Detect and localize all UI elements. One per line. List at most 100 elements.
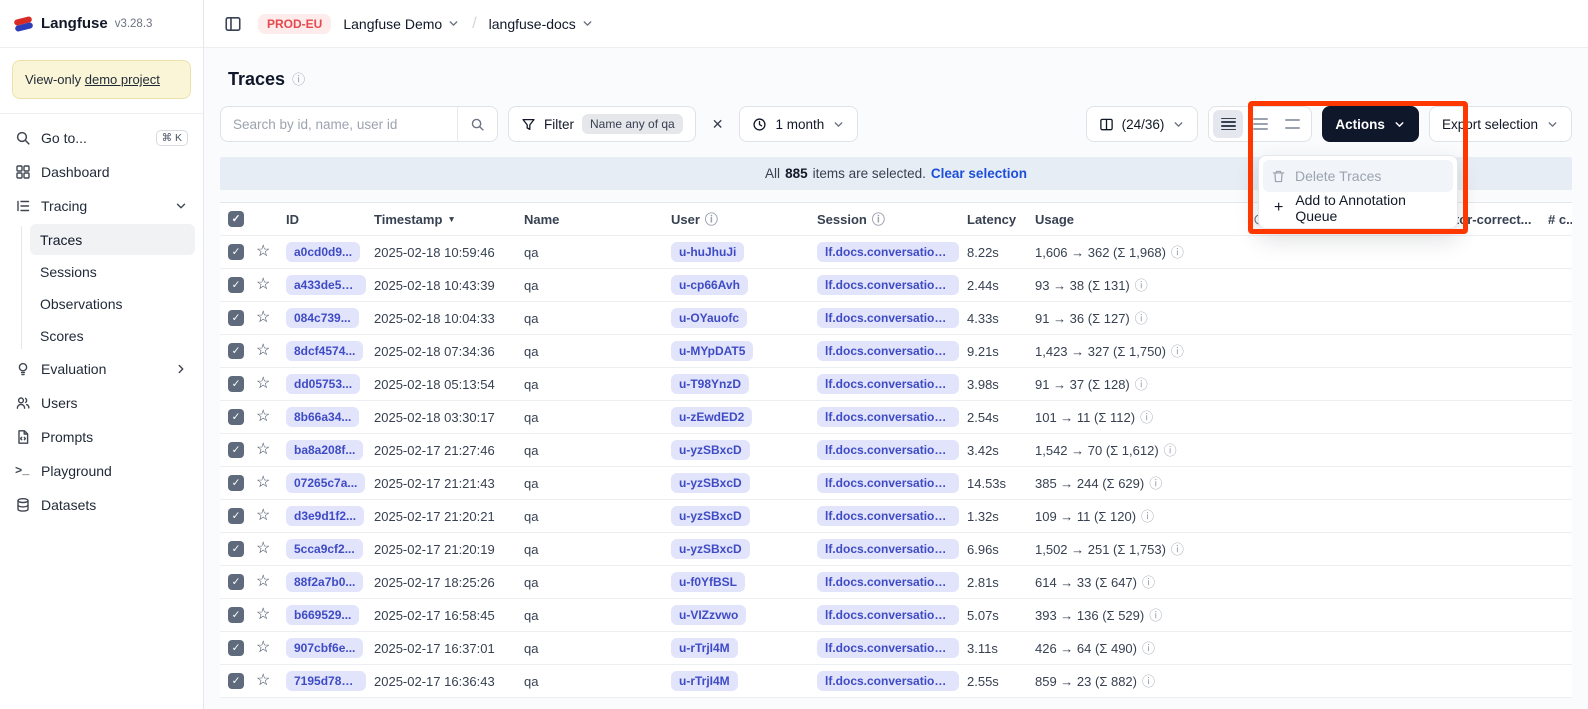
- table-row[interactable]: ✓ ☆ 88f2a7b0... 2025-02-17 18:25:26 qa u…: [220, 566, 1572, 599]
- header-timestamp[interactable]: Timestamp▼: [374, 212, 524, 227]
- user-badge[interactable]: u-yzSBxcD: [671, 506, 750, 526]
- org-breadcrumb[interactable]: Langfuse Demo: [343, 16, 460, 32]
- menu-item-add-to-annotation-queue[interactable]: + Add to Annotation Queue: [1263, 192, 1453, 224]
- session-badge[interactable]: lf.docs.conversation...: [817, 671, 959, 691]
- sidebar-item-sessions[interactable]: Sessions: [30, 256, 195, 287]
- table-row[interactable]: ✓ ☆ a433de51... 2025-02-18 10:43:39 qa u…: [220, 269, 1572, 302]
- trace-id-badge[interactable]: 07265c7a...: [286, 473, 365, 493]
- trace-id-badge[interactable]: 88f2a7b0...: [286, 572, 363, 592]
- star-icon[interactable]: ☆: [256, 541, 270, 557]
- sidebar-item-goto[interactable]: Go to... ⌘ K: [8, 122, 195, 154]
- sidebar-item-prompts[interactable]: Prompts: [8, 421, 195, 453]
- header-name[interactable]: Name: [524, 212, 671, 227]
- project-breadcrumb[interactable]: langfuse-docs: [489, 16, 594, 32]
- table-row[interactable]: ✓ ☆ a0cd0d9... 2025-02-18 10:59:46 qa u-…: [220, 236, 1572, 269]
- export-selection-button[interactable]: Export selection: [1429, 106, 1572, 142]
- star-icon[interactable]: ☆: [256, 343, 270, 359]
- session-badge[interactable]: lf.docs.conversation...: [817, 473, 959, 493]
- row-checkbox[interactable]: ✓: [228, 640, 244, 656]
- row-checkbox[interactable]: ✓: [228, 541, 244, 557]
- row-checkbox[interactable]: ✓: [228, 607, 244, 623]
- demo-project-link[interactable]: demo project: [85, 72, 160, 87]
- row-checkbox[interactable]: ✓: [228, 244, 244, 260]
- actions-button[interactable]: Actions: [1322, 106, 1419, 142]
- trace-id-badge[interactable]: a0cd0d9...: [286, 242, 360, 262]
- table-row[interactable]: ✓ ☆ b669529... 2025-02-17 16:58:45 qa u-…: [220, 599, 1572, 632]
- header-usage[interactable]: Usage: [1035, 212, 1253, 227]
- row-height-tall-button[interactable]: [1277, 110, 1307, 138]
- user-badge[interactable]: u-cp66Avh: [671, 275, 748, 295]
- sidebar-item-dashboard[interactable]: Dashboard: [8, 156, 195, 188]
- sidebar-item-datasets[interactable]: Datasets: [8, 489, 195, 521]
- trace-id-badge[interactable]: 8dcf4574...: [286, 341, 363, 361]
- session-badge[interactable]: lf.docs.conversation...: [817, 506, 959, 526]
- user-badge[interactable]: u-T98YnzD: [671, 374, 749, 394]
- session-badge[interactable]: lf.docs.conversation...: [817, 374, 959, 394]
- sidebar-item-traces[interactable]: Traces: [30, 224, 195, 255]
- filter-button[interactable]: Filter Name any of qa: [508, 106, 696, 142]
- clear-selection-link[interactable]: Clear selection: [931, 166, 1027, 181]
- star-icon[interactable]: ☆: [256, 574, 270, 590]
- time-range-button[interactable]: 1 month: [739, 106, 858, 142]
- star-icon[interactable]: ☆: [256, 607, 270, 623]
- session-badge[interactable]: lf.docs.conversation...: [817, 440, 959, 460]
- row-checkbox[interactable]: ✓: [228, 508, 244, 524]
- star-icon[interactable]: ☆: [256, 640, 270, 656]
- row-checkbox[interactable]: ✓: [228, 673, 244, 689]
- row-checkbox[interactable]: ✓: [228, 442, 244, 458]
- star-icon[interactable]: ☆: [256, 508, 270, 524]
- session-badge[interactable]: lf.docs.conversation...: [817, 572, 959, 592]
- table-row[interactable]: ✓ ☆ 8dcf4574... 2025-02-18 07:34:36 qa u…: [220, 335, 1572, 368]
- session-badge[interactable]: lf.docs.conversation...: [817, 275, 959, 295]
- sidebar-item-tracing[interactable]: Tracing: [8, 190, 195, 222]
- star-icon[interactable]: ☆: [256, 376, 270, 392]
- table-row[interactable]: ✓ ☆ 084c739... 2025-02-18 10:04:33 qa u-…: [220, 302, 1572, 335]
- user-badge[interactable]: u-yzSBxcD: [671, 473, 750, 493]
- user-badge[interactable]: u-huJhuJi: [671, 242, 744, 262]
- table-row[interactable]: ✓ ☆ 5cca9cf2... 2025-02-17 21:20:19 qa u…: [220, 533, 1572, 566]
- trace-id-badge[interactable]: 8b66a34...: [286, 407, 359, 427]
- header-latency[interactable]: Latency: [967, 212, 1035, 227]
- trace-id-badge[interactable]: 084c739...: [286, 308, 359, 328]
- star-icon[interactable]: ☆: [256, 409, 270, 425]
- trace-id-badge[interactable]: a433de51...: [286, 275, 366, 295]
- row-checkbox[interactable]: ✓: [228, 343, 244, 359]
- menu-item-delete-traces[interactable]: Delete Traces: [1263, 160, 1453, 192]
- row-checkbox[interactable]: ✓: [228, 277, 244, 293]
- session-badge[interactable]: lf.docs.conversation...: [817, 242, 959, 262]
- session-badge[interactable]: lf.docs.conversation...: [817, 407, 959, 427]
- row-height-medium-button[interactable]: [1245, 110, 1275, 138]
- table-row[interactable]: ✓ ☆ 907cbf6e... 2025-02-17 16:37:01 qa u…: [220, 632, 1572, 665]
- trace-id-badge[interactable]: d3e9d1f2...: [286, 506, 364, 526]
- user-badge[interactable]: u-yzSBxcD: [671, 440, 750, 460]
- select-all-checkbox[interactable]: ✓: [228, 211, 244, 227]
- search-input[interactable]: [221, 117, 457, 132]
- header-session[interactable]: Sessionⓘ: [817, 212, 967, 227]
- sidebar-toggle-button[interactable]: [220, 11, 246, 37]
- trace-id-badge[interactable]: 7195d78e...: [286, 671, 366, 691]
- row-checkbox[interactable]: ✓: [228, 475, 244, 491]
- user-badge[interactable]: u-OYauofc: [671, 308, 747, 328]
- sidebar-item-users[interactable]: Users: [8, 387, 195, 419]
- sidebar-item-observations[interactable]: Observations: [30, 288, 195, 319]
- session-badge[interactable]: lf.docs.conversation...: [817, 605, 959, 625]
- sidebar-item-playground[interactable]: >_ Playground: [8, 455, 195, 487]
- user-badge[interactable]: u-MYpDAT5: [671, 341, 753, 361]
- star-icon[interactable]: ☆: [256, 442, 270, 458]
- clear-filter-button[interactable]: ✕: [706, 112, 730, 137]
- table-row[interactable]: ✓ ☆ dd05753... 2025-02-18 05:13:54 qa u-…: [220, 368, 1572, 401]
- table-row[interactable]: ✓ ☆ 07265c7a... 2025-02-17 21:21:43 qa u…: [220, 467, 1572, 500]
- session-badge[interactable]: lf.docs.conversation...: [817, 341, 959, 361]
- header-extra[interactable]: # c...: [1548, 212, 1572, 227]
- user-badge[interactable]: u-rTrjI4M: [671, 638, 738, 658]
- user-badge[interactable]: u-zEwdED2: [671, 407, 752, 427]
- sidebar-item-evaluation[interactable]: Evaluation: [8, 353, 195, 385]
- session-badge[interactable]: lf.docs.conversation...: [817, 638, 959, 658]
- row-checkbox[interactable]: ✓: [228, 409, 244, 425]
- session-badge[interactable]: lf.docs.conversation...: [817, 308, 959, 328]
- star-icon[interactable]: ☆: [256, 277, 270, 293]
- user-badge[interactable]: u-VIZzvwo: [671, 605, 746, 625]
- row-checkbox[interactable]: ✓: [228, 376, 244, 392]
- star-icon[interactable]: ☆: [256, 244, 270, 260]
- row-checkbox[interactable]: ✓: [228, 574, 244, 590]
